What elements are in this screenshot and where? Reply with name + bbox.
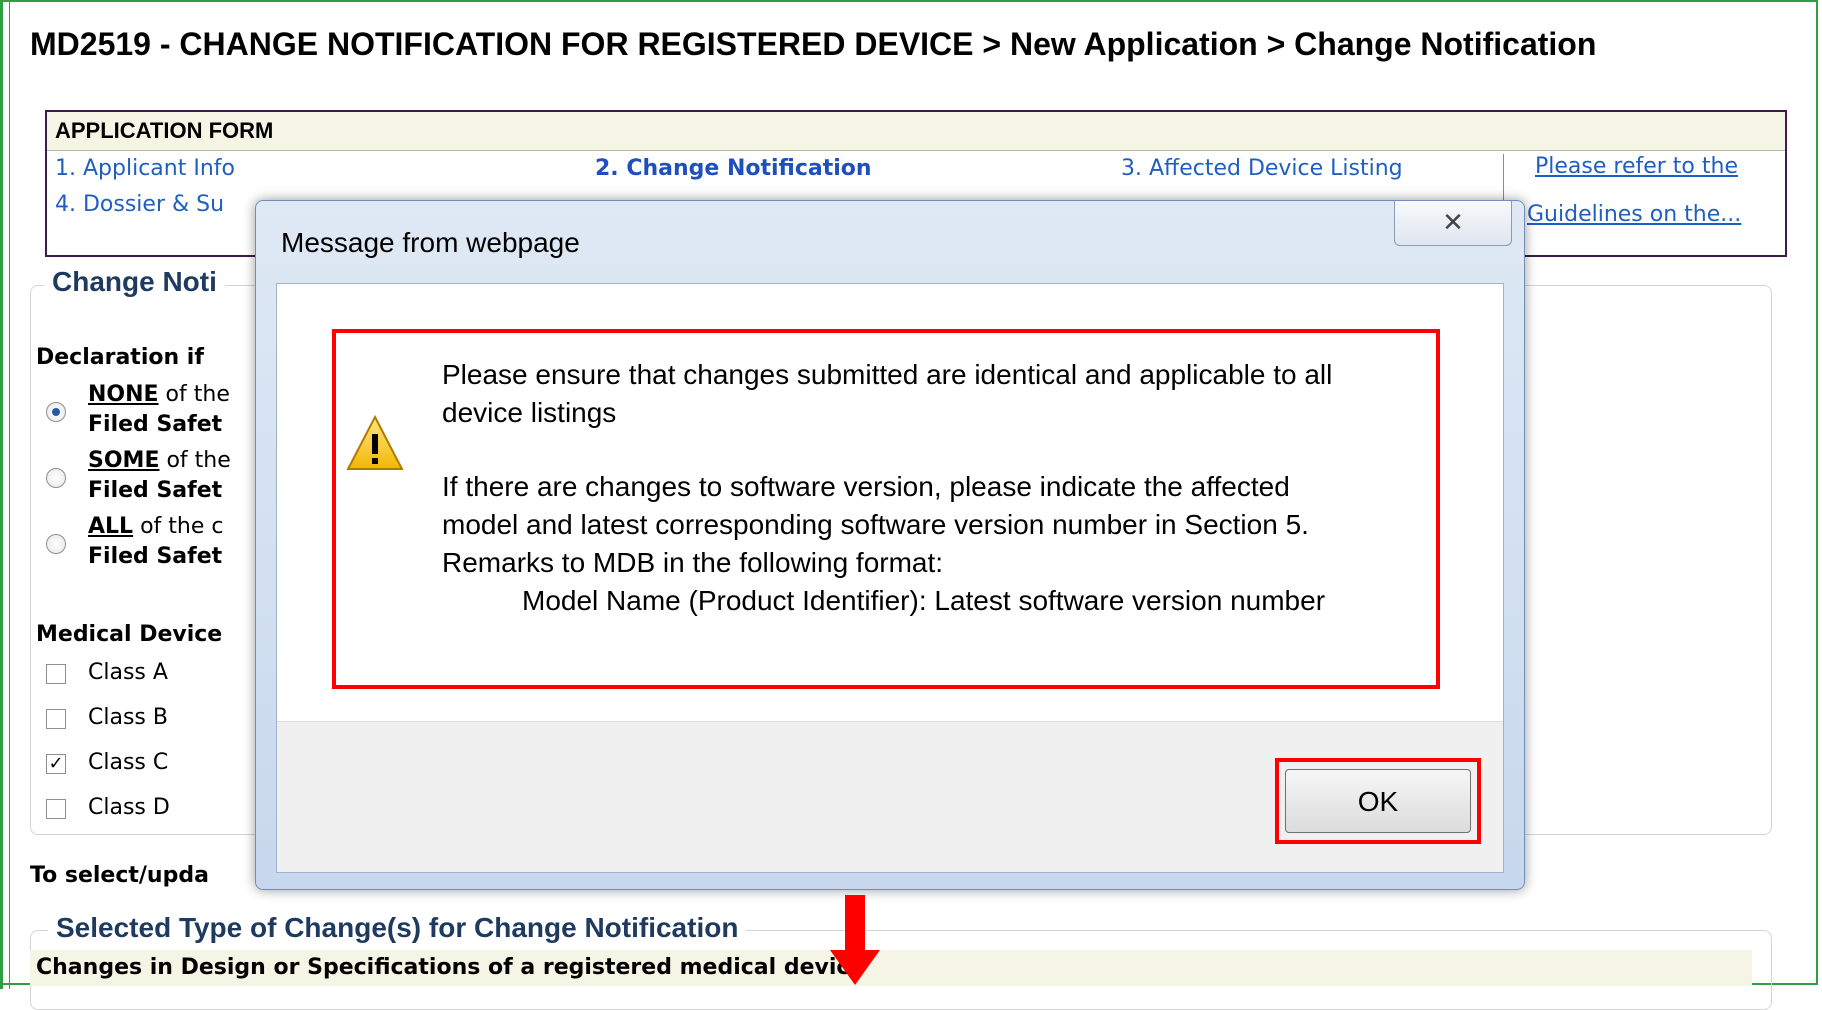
option-some-line2: Filed Safet <box>88 478 223 503</box>
declaration-radio-none[interactable] <box>46 402 66 422</box>
dialog-body: Please ensure that changes submitted are… <box>276 283 1504 873</box>
declaration-radio-some[interactable] <box>46 468 66 488</box>
option-none-key: NONE <box>88 382 159 407</box>
step-applicant-info[interactable]: 1. Applicant Info <box>55 156 235 181</box>
change-notification-legend: Change Noti <box>44 266 225 298</box>
guideline-link-line2[interactable]: Guidelines on the... <box>1527 202 1741 227</box>
message-line-6: Model Name (Product Identifier): Latest … <box>522 585 1326 616</box>
message-line-2: device listings <box>442 397 617 428</box>
option-all-line2: Filed Safet <box>88 544 223 569</box>
changes-row: Changes in Design or Specifications of a… <box>30 950 1752 986</box>
message-line-3: If there are changes to software version… <box>442 471 1290 502</box>
message-line-4: model and latest corresponding software … <box>442 509 1309 540</box>
select-update-text: To select/upda <box>30 863 209 888</box>
class-a-label: Class A <box>88 660 168 685</box>
page-title: MD2519 - CHANGE NOTIFICATION FOR REGISTE… <box>30 26 1597 62</box>
dialog-title: Message from webpage <box>281 227 580 258</box>
class-d-label: Class D <box>88 795 170 820</box>
declaration-label: Declaration if <box>36 345 204 370</box>
class-d-checkbox[interactable] <box>46 799 66 819</box>
class-b-checkbox[interactable] <box>46 709 66 729</box>
selected-type-legend: Selected Type of Change(s) for Change No… <box>48 912 747 944</box>
option-some-rest: of the <box>159 448 231 473</box>
option-all-key: ALL <box>88 514 134 539</box>
class-a-checkbox[interactable] <box>46 664 66 684</box>
option-some-key: SOME <box>88 448 160 473</box>
ok-button[interactable]: OK <box>1285 769 1471 833</box>
step-affected-device-listing[interactable]: 3. Affected Device Listing <box>1121 156 1403 181</box>
class-c-checkbox[interactable]: ✓ <box>46 754 66 774</box>
message-dialog: Message from webpage ✕ Please ensure tha… <box>255 200 1525 890</box>
red-arrow-shaft <box>845 895 865 955</box>
class-b-label: Class B <box>88 705 168 730</box>
guideline-link-line1[interactable]: Please refer to the <box>1535 154 1738 179</box>
option-all-line1: ALL of the c <box>88 514 223 539</box>
close-icon: ✕ <box>1442 208 1464 238</box>
option-none-rest: of the <box>158 382 230 407</box>
application-form-header: APPLICATION FORM <box>47 112 1785 151</box>
red-arrow-head <box>830 950 880 985</box>
step-dossier[interactable]: 4. Dossier & Su <box>55 192 224 217</box>
step-change-notification[interactable]: 2. Change Notification <box>595 156 872 181</box>
declaration-radio-all[interactable] <box>46 534 66 554</box>
option-all-rest: of the c <box>133 514 224 539</box>
message-line-1: Please ensure that changes submitted are… <box>442 359 1333 390</box>
medical-device-label: Medical Device <box>36 622 223 647</box>
dialog-close-button[interactable]: ✕ <box>1394 201 1512 246</box>
option-none-line2: Filed Safet <box>88 412 223 437</box>
option-some-line1: SOME of the <box>88 448 231 473</box>
class-c-label: Class C <box>88 750 169 775</box>
option-none-line1: NONE of the <box>88 382 230 407</box>
warning-icon <box>346 414 404 470</box>
message-line-5: Remarks to MDB in the following format: <box>442 547 944 578</box>
